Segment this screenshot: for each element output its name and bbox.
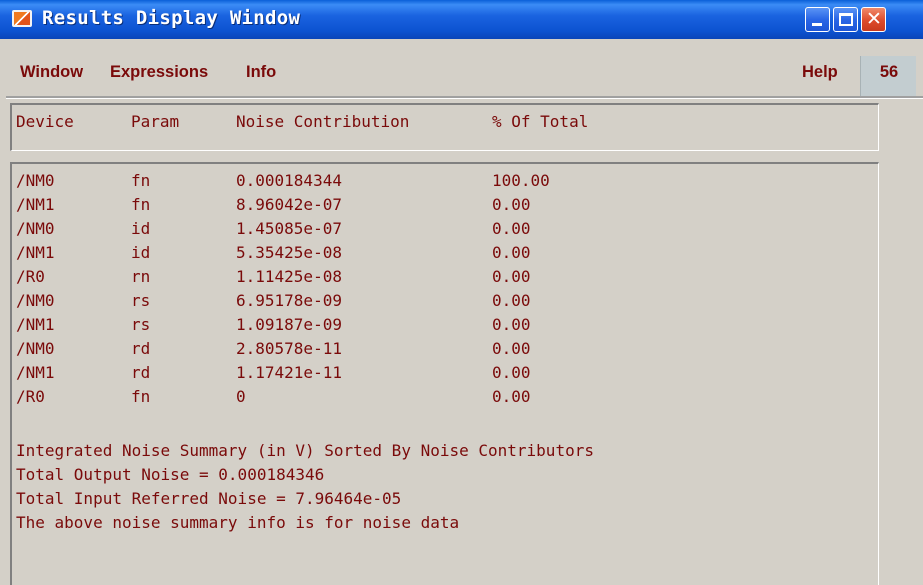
cell-device: /NM0 <box>16 291 55 310</box>
cell-device: /NM0 <box>16 219 55 238</box>
cell-percent: 100.00 <box>492 171 550 190</box>
summary-note: The above noise summary info is for nois… <box>16 513 460 532</box>
table-row: /NM1 id 5.35425e-08 0.00 <box>12 241 872 265</box>
cell-percent: 0.00 <box>492 339 531 358</box>
table-row: /NM1 fn 8.96042e-07 0.00 <box>12 193 872 217</box>
cell-device: /R0 <box>16 267 45 286</box>
minimize-button[interactable] <box>805 7 830 32</box>
cell-device: /NM1 <box>16 243 55 262</box>
cell-percent: 0.00 <box>492 219 531 238</box>
cell-device: /NM1 <box>16 315 55 334</box>
summary-heading: Integrated Noise Summary (in V) Sorted B… <box>16 441 594 460</box>
table-row: /R0 fn 0 0.00 <box>12 385 872 409</box>
close-icon: ✕ <box>866 8 882 30</box>
cell-percent: 0.00 <box>492 267 531 286</box>
header-param: Param <box>131 112 180 131</box>
cell-param: rd <box>131 339 151 358</box>
cell-noise-contribution: 0.000184344 <box>236 171 342 190</box>
cell-param: id <box>131 243 151 262</box>
minimize-icon <box>812 23 822 26</box>
table-row: /NM0 rs 6.95178e-09 0.00 <box>12 289 872 313</box>
window-title: Results Display Window <box>42 7 301 29</box>
title-bar[interactable]: Results Display Window ✕ <box>0 0 923 39</box>
summary-total-output-noise: Total Output Noise = 0.000184346 <box>16 465 325 484</box>
cell-percent: 0.00 <box>492 243 531 262</box>
cell-device: /NM1 <box>16 195 55 214</box>
cell-device: /NM0 <box>16 171 55 190</box>
header-noise-contribution: Noise Contribution <box>236 112 410 131</box>
cell-percent: 0.00 <box>492 291 531 310</box>
cell-param: fn <box>131 387 151 406</box>
table-header-pane: Device Param Noise Contribution % Of Tot… <box>10 103 879 151</box>
window-number-badge: 56 <box>860 56 916 98</box>
close-button[interactable]: ✕ <box>861 7 886 32</box>
cell-noise-contribution: 2.80578e-11 <box>236 339 342 358</box>
window-number: 56 <box>879 63 899 81</box>
summary-total-input-noise: Total Input Referred Noise = 7.96464e-05 <box>16 489 402 508</box>
app-icon[interactable] <box>12 10 32 27</box>
results-display-window: Results Display Window ✕ Window Expressi… <box>0 0 923 585</box>
cell-noise-contribution: 6.95178e-09 <box>236 291 342 310</box>
menu-info[interactable]: Info <box>246 63 276 82</box>
results-text-pane[interactable]: /NM0 fn 0.000184344 100.00/NM1 fn 8.96042e-07… <box>10 162 879 585</box>
cell-percent: 0.00 <box>492 363 531 382</box>
cell-percent: 0.00 <box>492 387 531 406</box>
cell-param: rn <box>131 267 151 286</box>
table-row: /NM0 id 1.45085e-07 0.00 <box>12 217 872 241</box>
maximize-icon <box>839 13 853 26</box>
cell-device: /R0 <box>16 387 45 406</box>
menu-separator <box>6 96 923 99</box>
table-row: /NM0 rd 2.80578e-11 0.00 <box>12 337 872 361</box>
table-row: /NM0 fn 0.000184344 100.00 <box>12 169 872 193</box>
cell-param: rd <box>131 363 151 382</box>
menu-expressions[interactable]: Expressions <box>110 63 208 82</box>
menu-bar: Window Expressions Info Help <box>0 39 923 95</box>
header-percent-of-total: % Of Total <box>492 112 589 131</box>
table-row: /R0 rn 1.11425e-08 0.00 <box>12 265 872 289</box>
cell-noise-contribution: 8.96042e-07 <box>236 195 342 214</box>
cell-noise-contribution: 1.45085e-07 <box>236 219 342 238</box>
cell-percent: 0.00 <box>492 195 531 214</box>
cell-device: /NM1 <box>16 363 55 382</box>
header-device: Device <box>16 112 74 131</box>
cell-param: id <box>131 219 151 238</box>
menu-help[interactable]: Help <box>802 63 838 82</box>
cell-param: rs <box>131 315 151 334</box>
cell-noise-contribution: 1.09187e-09 <box>236 315 342 334</box>
cell-noise-contribution: 1.17421e-11 <box>236 363 342 382</box>
table-row: /NM1 rs 1.09187e-09 0.00 <box>12 313 872 337</box>
cell-noise-contribution: 5.35425e-08 <box>236 243 342 262</box>
cell-noise-contribution: 1.11425e-08 <box>236 267 342 286</box>
menu-window[interactable]: Window <box>20 63 83 82</box>
cell-percent: 0.00 <box>492 315 531 334</box>
cell-param: fn <box>131 195 151 214</box>
cell-param: rs <box>131 291 151 310</box>
cell-noise-contribution: 0 <box>236 387 246 406</box>
cell-device: /NM0 <box>16 339 55 358</box>
cell-param: fn <box>131 171 151 190</box>
table-row: /NM1 rd 1.17421e-11 0.00 <box>12 361 872 385</box>
maximize-button[interactable] <box>833 7 858 32</box>
